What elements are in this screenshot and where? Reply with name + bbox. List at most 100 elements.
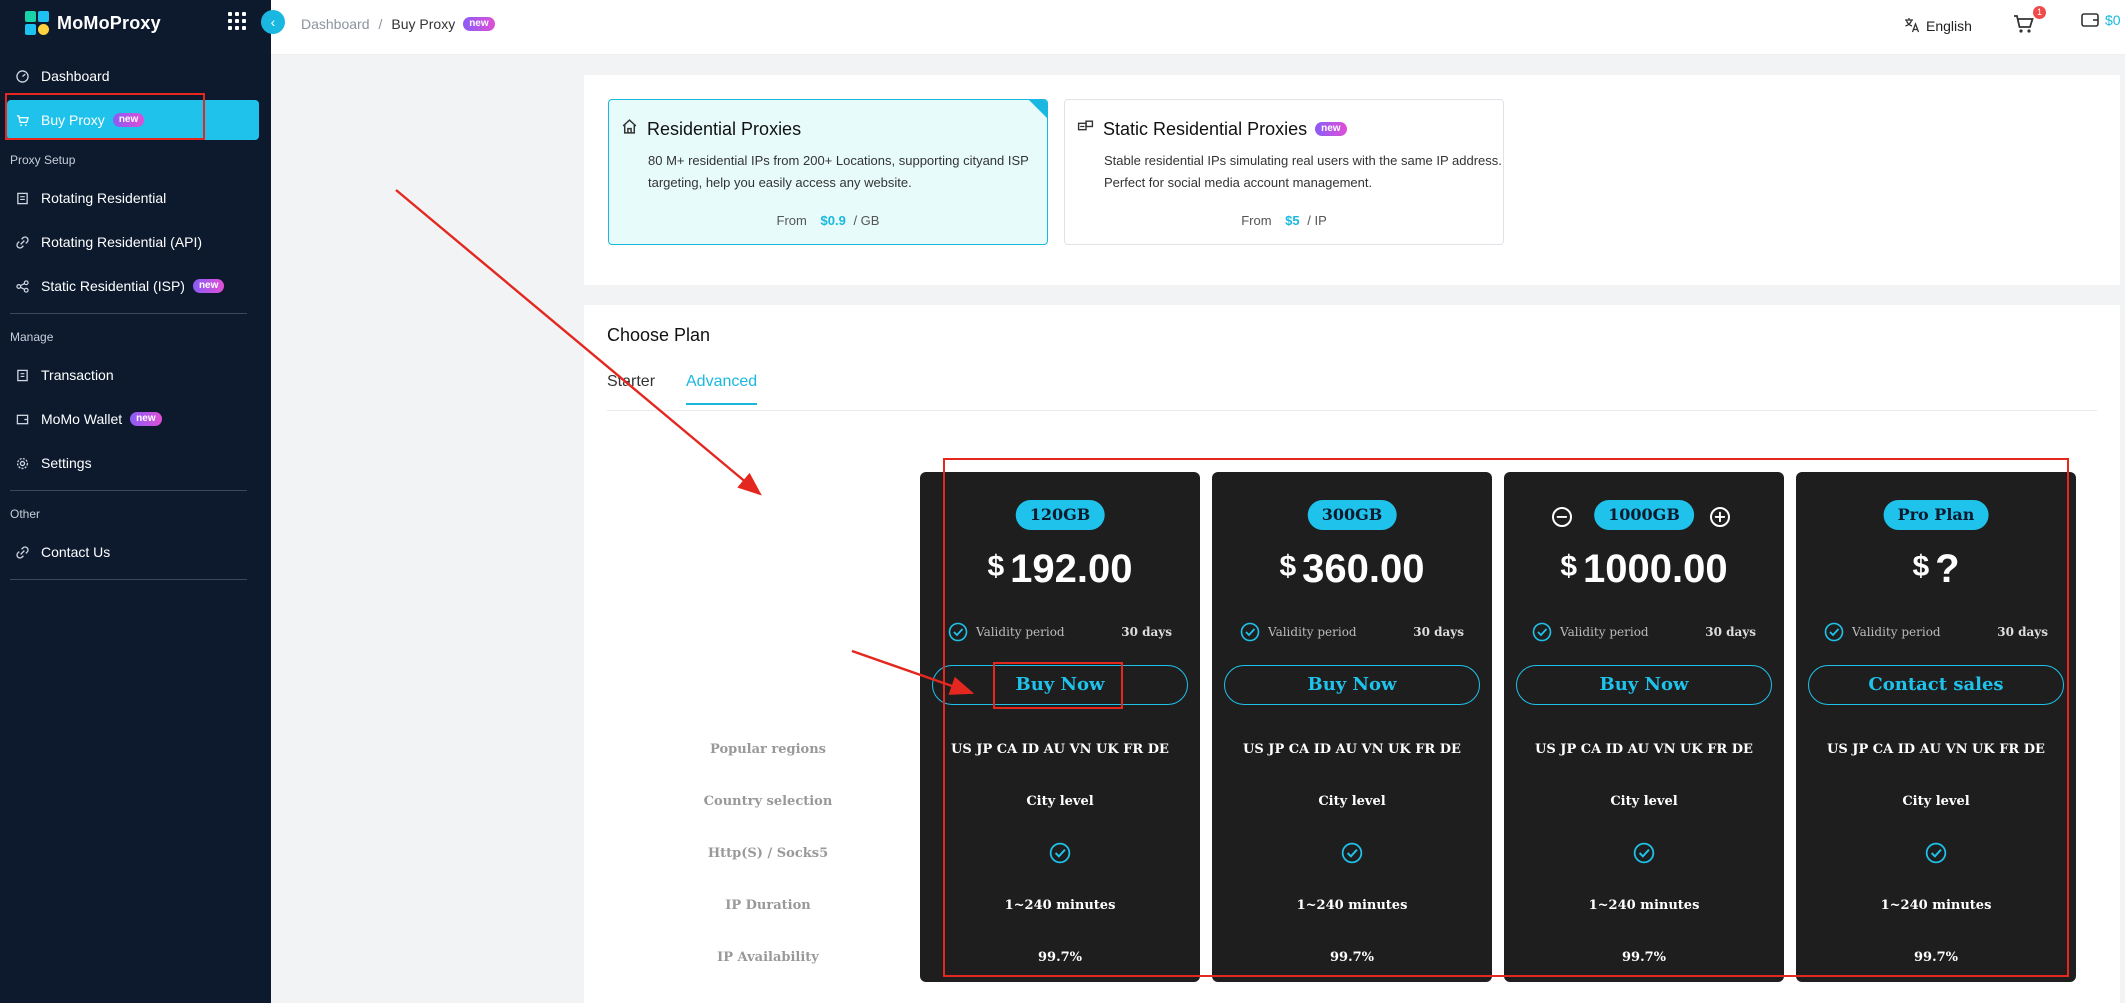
sidebar-item-rotating-residential[interactable]: Rotating Residential [7,178,259,218]
plan-card-1000gb: − 1000GB + $1000.00 Validity period 30 d… [1504,472,1784,982]
plan-price: $192.00 [920,547,1200,592]
buy-now-button[interactable]: Buy Now [1516,665,1772,705]
plan-tabs: Starter Advanced [607,369,2097,411]
validity-days: 30 days [1413,625,1464,639]
dashboard-icon [15,69,29,83]
plan-size-pill: 120GB [1015,500,1105,530]
breadcrumb-dashboard[interactable]: Dashboard [301,16,370,32]
sidebar-item-label: Rotating Residential [41,190,167,206]
translate-icon [1904,17,1920,36]
price-value: 192.00 [1010,547,1133,591]
check-circle-icon [1532,622,1552,642]
check-circle-icon [1341,842,1363,864]
protocol-support [1212,842,1492,868]
product-title: Residential Proxies [621,118,1047,140]
section-label-manage: Manage [10,330,54,344]
currency-symbol: $ [1912,550,1930,583]
sidebar: MoMoProxy Dashboard Buy Proxy new Proxy … [0,0,271,1003]
new-badge: new [463,17,495,31]
new-badge: new [1315,122,1347,136]
sidebar-item-contact-us[interactable]: Contact Us [7,532,259,572]
plan-price: $1000.00 [1504,547,1784,592]
wallet-amount: $0 [2105,12,2121,28]
sidebar-item-static-residential-isp[interactable]: Static Residential (ISP) new [7,266,259,306]
plan-size-pill: 300GB [1307,500,1397,530]
plan-card-pro: Pro Plan $? Validity period 30 days Cont… [1796,472,2076,982]
ip-availability-value: 99.7% [1329,950,1374,965]
validity-days: 30 days [1121,625,1172,639]
sidebar-item-buy-proxy[interactable]: Buy Proxy new [7,100,259,140]
sidebar-item-label: Buy Proxy [41,112,105,128]
buy-now-button[interactable]: Buy Now [932,665,1188,705]
sidebar-item-label: Rotating Residential (API) [41,234,203,250]
row-label-protocols: Http(S) / Socks5 [707,846,829,861]
document-icon [15,191,29,205]
cart-count-badge: 1 [2033,6,2046,19]
ip-availability-value: 99.7% [1913,950,1958,965]
sidebar-item-label: Transaction [41,367,114,383]
share-icon [15,279,29,293]
currency-symbol: $ [987,550,1005,583]
sidebar-divider [10,490,247,491]
brand-name: MoMoProxy [57,12,161,33]
sidebar-item-settings[interactable]: Settings [7,443,259,483]
decrease-icon[interactable]: − [1552,507,1572,527]
product-card-residential[interactable]: Residential Proxies 80 M+ residential IP… [608,99,1048,245]
sidebar-item-label: Contact Us [41,544,111,560]
product-card-static-residential[interactable]: Static Residential Proxies new Stable re… [1064,99,1504,245]
product-description: 80 M+ residential IPs from 200+ Location… [648,153,1029,190]
tab-advanced[interactable]: Advanced [686,373,758,405]
product-title-text: Residential Proxies [647,118,802,139]
choose-plan-title: Choose Plan [607,325,711,345]
plan-size-pill: Pro Plan [1883,500,1989,530]
country-selection-value: City level [1610,794,1678,809]
validity-row: Validity period 30 days [1532,622,1756,642]
ip-availability-value: 99.7% [1621,950,1666,965]
validity-row: Validity period 30 days [1824,622,2048,642]
language-label: English [1926,18,1972,34]
new-badge: new [112,113,145,127]
sidebar-item-rotating-residential-api[interactable]: Rotating Residential (API) [7,222,259,262]
currency-symbol: $ [1560,550,1578,583]
validity-label: Validity period [1560,625,1649,639]
product-price: From $5 / IP [1065,213,1503,228]
country-selection-value: City level [1318,794,1386,809]
ip-duration-value: 1~240 minutes [1588,898,1700,913]
check-circle-icon [948,622,968,642]
apps-grid-icon[interactable] [228,12,246,30]
wallet-balance[interactable]: $0 [2081,12,2121,28]
price-unit: / GB [853,213,880,228]
sidebar-item-momo-wallet[interactable]: MoMo Wallet new [7,399,259,439]
validity-label: Validity period [976,625,1065,639]
section-label-other: Other [10,507,41,521]
popular-regions-value: US JP CA ID AU VN UK FR DE [1827,742,2045,757]
check-circle-icon [1240,622,1260,642]
sidebar-item-transaction[interactable]: Transaction [7,355,259,395]
price-unit: / IP [1307,213,1327,228]
language-selector[interactable]: English [1894,11,1982,41]
buy-now-button[interactable]: Buy Now [1224,665,1480,705]
plan-price: $360.00 [1212,547,1492,592]
popular-regions-value: US JP CA ID AU VN UK FR DE [951,742,1169,757]
tab-starter[interactable]: Starter [607,373,655,403]
sidebar-item-dashboard[interactable]: Dashboard [7,56,259,96]
contact-sales-button[interactable]: Contact sales [1808,665,2064,705]
ip-availability-value: 99.7% [1037,950,1082,965]
brand[interactable]: MoMoProxy [25,10,161,36]
popular-regions-value: US JP CA ID AU VN UK FR DE [1243,742,1461,757]
home-icon [621,118,639,140]
collapse-sidebar-button[interactable]: ‹ [261,10,285,34]
country-selection-value: City level [1026,794,1094,809]
increase-icon[interactable]: + [1710,507,1730,527]
ip-duration-value: 1~240 minutes [1296,898,1408,913]
validity-days: 30 days [1705,625,1756,639]
price-amount: $0.9 [820,213,846,228]
sidebar-divider [10,313,247,314]
price-prefix: From [1241,213,1272,228]
check-circle-icon [1633,842,1655,864]
row-label-country-selection: Country selection [703,794,833,809]
link-icon [15,545,29,559]
validity-label: Validity period [1268,625,1357,639]
sidebar-item-label: Settings [41,455,92,471]
plan-card-120gb: 120GB $192.00 Validity period 30 days Bu… [920,472,1200,982]
